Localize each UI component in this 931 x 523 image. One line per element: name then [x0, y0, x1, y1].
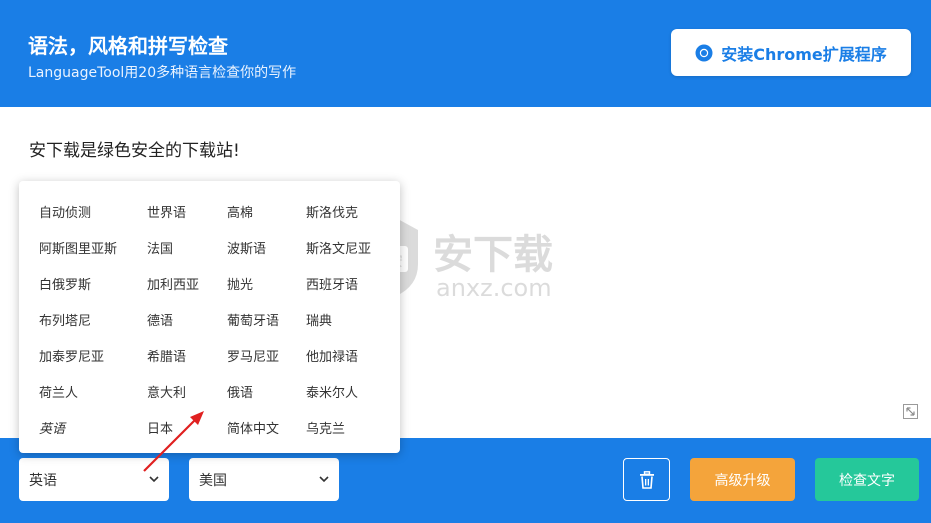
language-option[interactable]: 泰米尔人: [306, 382, 358, 401]
language-option[interactable]: 世界语: [147, 202, 186, 221]
language-option[interactable]: 罗马尼亚: [227, 346, 279, 365]
language-option[interactable]: 希腊语: [147, 346, 186, 365]
watermark-domain: anxz.com: [436, 274, 552, 302]
language-option[interactable]: 法国: [147, 238, 173, 257]
language-option[interactable]: 西班牙语: [306, 274, 358, 293]
language-select-value: 英语: [29, 472, 57, 489]
language-option[interactable]: 自动侦测: [39, 202, 91, 221]
language-option[interactable]: 布列塔尼: [39, 310, 91, 329]
language-option[interactable]: 俄语: [227, 382, 253, 401]
chevron-down-icon: [319, 476, 329, 483]
red-arrow-annotation: [143, 411, 204, 472]
language-option[interactable]: 抛光: [227, 274, 253, 293]
language-option[interactable]: 他加禄语: [306, 346, 358, 365]
check-text-button[interactable]: 检查文字: [815, 458, 919, 501]
language-option[interactable]: 波斯语: [227, 238, 266, 257]
language-option[interactable]: 荷兰人: [39, 382, 78, 401]
language-option[interactable]: 阿斯图里亚斯: [39, 238, 117, 257]
language-option[interactable]: 简体中文: [227, 418, 279, 437]
language-option[interactable]: 斯洛伐克: [306, 202, 358, 221]
install-chrome-label: 安装Chrome扩展程序: [721, 44, 887, 64]
language-option[interactable]: 斯洛文尼亚: [306, 238, 371, 257]
language-option[interactable]: 加泰罗尼亚: [39, 346, 104, 365]
language-option[interactable]: 瑞典: [306, 310, 332, 329]
page-title: 语法，风格和拼写检查: [28, 34, 228, 58]
clear-text-button[interactable]: [623, 458, 670, 501]
language-option[interactable]: 高棉: [227, 202, 253, 221]
chrome-icon: [695, 44, 713, 61]
trash-icon: [639, 470, 654, 489]
language-option-selected[interactable]: 英语: [39, 418, 65, 437]
editor-text[interactable]: 安下载是绿色安全的下载站!: [29, 136, 240, 161]
language-variant-select[interactable]: 美国: [189, 458, 339, 501]
page-subtitle: LanguageTool用20多种语言检查你的写作: [28, 65, 297, 81]
language-option[interactable]: 加利西亚: [147, 274, 199, 293]
language-option[interactable]: 白俄罗斯: [39, 274, 91, 293]
language-option[interactable]: 意大利: [147, 382, 186, 401]
install-chrome-extension-button[interactable]: 安装Chrome扩展程序: [671, 29, 911, 76]
language-option[interactable]: 葡萄牙语: [227, 310, 279, 329]
premium-upgrade-button[interactable]: 高级升级: [690, 458, 795, 501]
language-option[interactable]: 乌克兰: [306, 418, 345, 437]
watermark-title: 安下载: [433, 232, 553, 278]
language-option[interactable]: 德语: [147, 310, 173, 329]
resize-icon[interactable]: [903, 404, 918, 419]
header-bar: 语法，风格和拼写检查 LanguageTool用20多种语言检查你的写作 安装C…: [0, 0, 931, 107]
